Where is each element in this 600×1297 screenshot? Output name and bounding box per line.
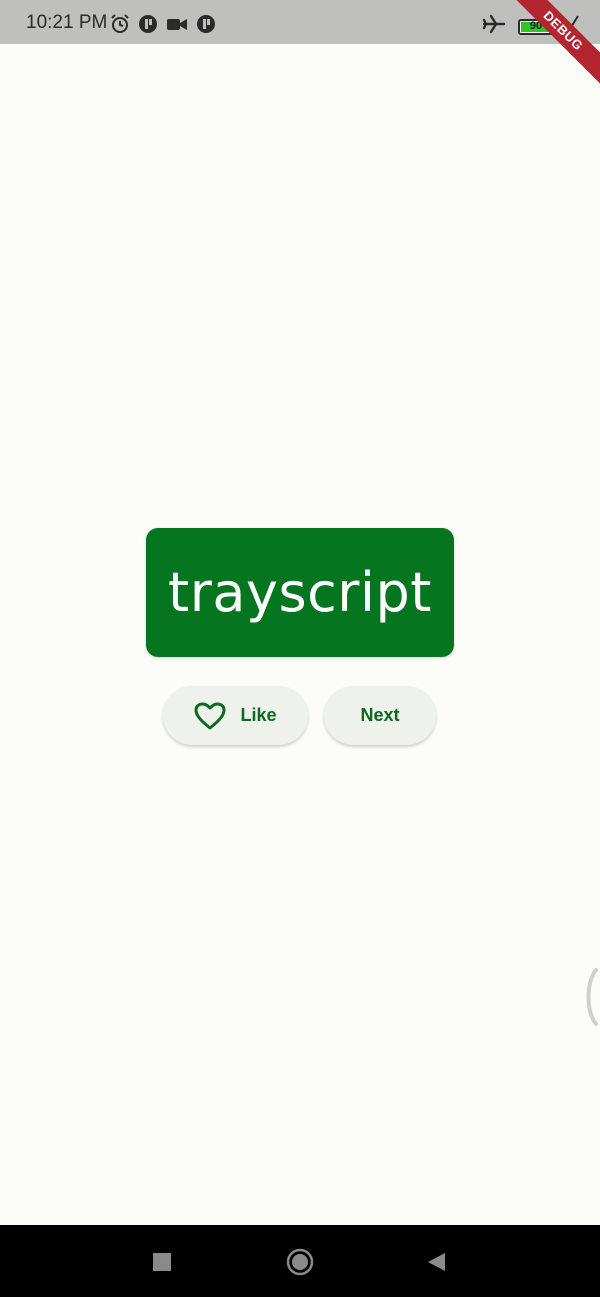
- status-notification-icons: [110, 14, 216, 39]
- recents-square-icon[interactable]: [147, 1247, 177, 1277]
- like-button-label: Like: [240, 705, 277, 725]
- navigation-bar: [0, 1225, 600, 1297]
- home-circle-icon[interactable]: [285, 1247, 315, 1277]
- app-notification-icon: [138, 14, 158, 39]
- app-notification-icon: [196, 14, 216, 39]
- like-button[interactable]: Like: [163, 686, 308, 745]
- status-bar: 10:21 PM 90 DEBUG: [0, 0, 600, 92]
- next-button[interactable]: Next: [324, 686, 436, 745]
- word-text: trayscript: [168, 561, 432, 624]
- back-triangle-icon[interactable]: [421, 1247, 451, 1277]
- edge-swipe-handle[interactable]: [584, 968, 600, 1026]
- heart-outline-icon: [194, 702, 226, 730]
- airplane-mode-icon: [482, 14, 506, 39]
- alarm-icon: [110, 14, 130, 39]
- status-time: 10:21 PM: [26, 12, 108, 33]
- word-card: trayscript: [146, 528, 454, 657]
- next-button-label: Next: [360, 705, 400, 725]
- video-camera-icon: [166, 14, 188, 39]
